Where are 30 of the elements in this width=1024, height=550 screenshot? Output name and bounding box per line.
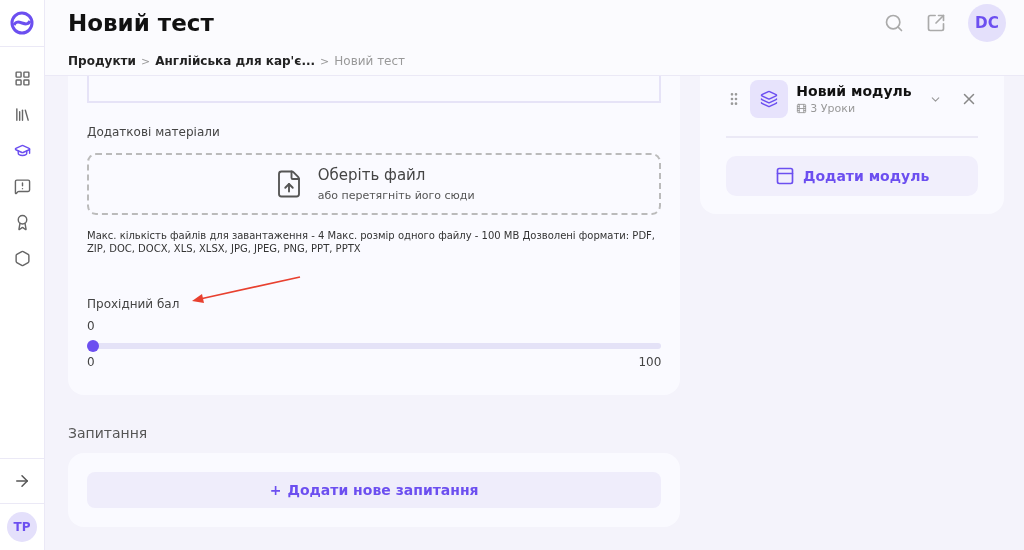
breadcrumb-separator: > bbox=[320, 54, 330, 68]
lesson-count: 3 Уроки bbox=[810, 102, 856, 115]
breadcrumb-separator: > bbox=[140, 54, 151, 68]
slider-min: 0 bbox=[87, 355, 95, 369]
drop-title: Оберіть файл bbox=[317, 166, 427, 184]
user-avatar[interactable]: DC bbox=[968, 4, 1006, 42]
upload-note: Макс. кількість файлів для завантаження - 4 Макс. розмір одного файлу - 100 MB Дозволені формати: PDF, ZIP, DOC, DOCX, XLS, XLSX, JPG, JPEG, PNG, PPT, PPTX bbox=[87, 229, 657, 255]
breadcrumb-link[interactable]: Англійська для кар'є... bbox=[155, 54, 316, 68]
slider-max: 100 bbox=[638, 355, 662, 369]
expand-arrow-icon[interactable] bbox=[13, 472, 31, 490]
slider-thumb[interactable] bbox=[87, 340, 99, 352]
film-icon bbox=[796, 103, 808, 114]
user-avatar[interactable]: TP bbox=[7, 512, 37, 542]
add-module-button[interactable]: Додати модуль bbox=[726, 156, 978, 196]
field-label: Прохідний бал bbox=[87, 297, 181, 311]
plus-icon: + bbox=[269, 482, 282, 498]
panel-icon bbox=[775, 166, 796, 186]
slider-value: 0 bbox=[87, 319, 96, 333]
field-label: Додаткові матеріали bbox=[87, 125, 221, 139]
drop-hint: або перетягніть його сюди bbox=[317, 189, 475, 202]
module-title: Новий модуль bbox=[796, 83, 913, 99]
logo-icon bbox=[10, 11, 34, 35]
layers-icon bbox=[750, 80, 789, 118]
add-question-button[interactable]: + Додати нове запитання bbox=[87, 472, 662, 508]
breadcrumb-link[interactable]: Продукти bbox=[68, 54, 136, 68]
file-drop-zone[interactable]: Оберіть файл або перетягніть його сюди bbox=[87, 153, 662, 215]
section-title: Запитання bbox=[68, 425, 149, 441]
slider-track[interactable] bbox=[87, 343, 662, 349]
breadcrumb-link[interactable]: Новий тест bbox=[334, 54, 406, 68]
page-title: Новий тест bbox=[68, 10, 215, 36]
